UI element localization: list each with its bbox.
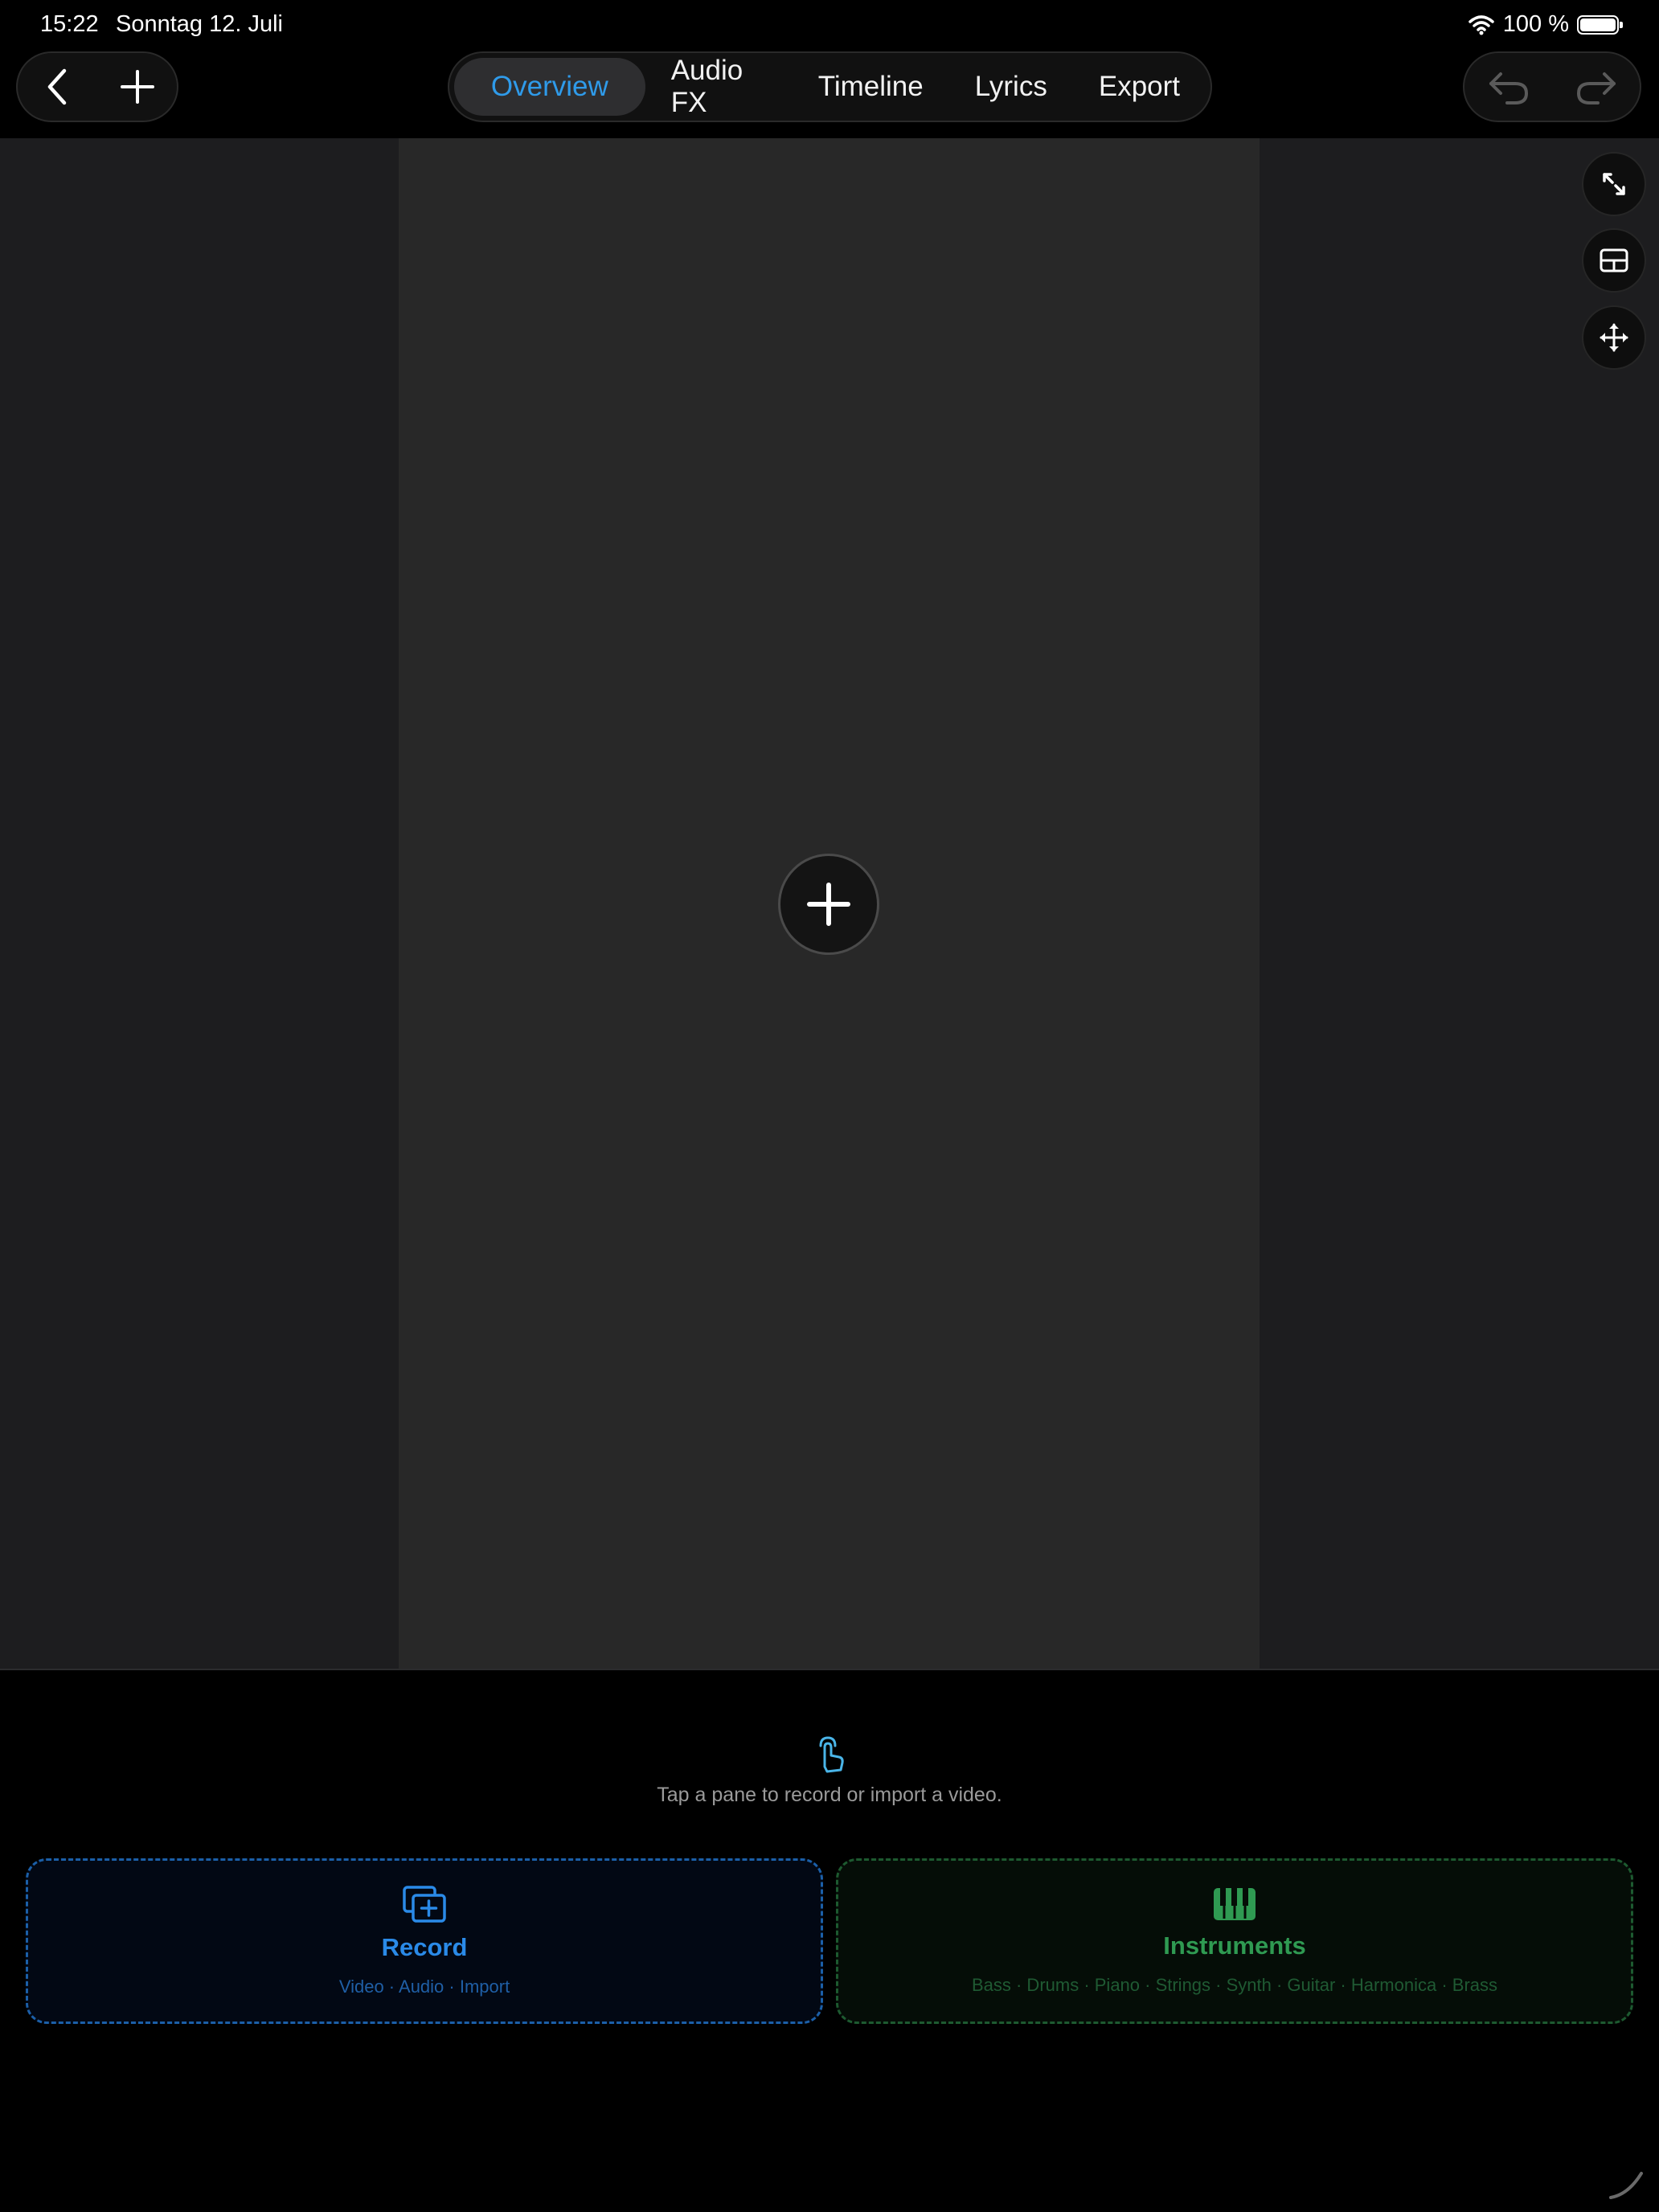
undo-icon bbox=[1489, 72, 1528, 104]
canvas-divider bbox=[0, 1669, 1659, 1670]
tab-audio-fx[interactable]: Audio FX bbox=[645, 55, 793, 118]
battery-icon bbox=[1577, 14, 1623, 35]
tab-timeline[interactable]: Timeline bbox=[793, 58, 949, 116]
record-card[interactable]: Record Video · Audio · Import bbox=[26, 1858, 823, 2024]
instruments-title: Instruments bbox=[1163, 1931, 1306, 1960]
redo-icon bbox=[1576, 72, 1616, 104]
move-icon bbox=[1600, 323, 1628, 352]
undo-button[interactable] bbox=[1477, 55, 1541, 119]
tap-hand-icon bbox=[819, 1736, 844, 1773]
status-date: Sonntag 12. Juli bbox=[116, 11, 283, 37]
hint-text: Tap a pane to record or import a video. bbox=[657, 1784, 1002, 1806]
tab-lyrics[interactable]: Lyrics bbox=[949, 58, 1073, 116]
tab-bar: Overview Audio FX Timeline Lyrics Export bbox=[448, 51, 1212, 122]
layout-button[interactable] bbox=[1582, 228, 1646, 293]
chevron-left-icon bbox=[47, 68, 66, 105]
piano-keys-icon bbox=[1214, 1888, 1256, 1920]
plus-icon bbox=[120, 70, 154, 104]
move-button[interactable] bbox=[1582, 305, 1646, 370]
grid-layout-icon bbox=[1600, 248, 1628, 272]
battery-percentage: 100 % bbox=[1502, 11, 1569, 37]
plus-icon bbox=[807, 883, 850, 926]
record-title: Record bbox=[381, 1933, 468, 1961]
wifi-icon bbox=[1469, 14, 1494, 35]
corner-handle-icon bbox=[1609, 2172, 1643, 2199]
status-indicators: 100 % bbox=[1468, 11, 1623, 38]
add-button[interactable] bbox=[105, 55, 170, 119]
expand-icon bbox=[1603, 173, 1625, 195]
tab-export[interactable]: Export bbox=[1073, 58, 1206, 116]
back-button[interactable] bbox=[26, 55, 90, 119]
redo-button[interactable] bbox=[1564, 55, 1628, 119]
instruments-card[interactable]: Instruments Bass · Drums · Piano · Strin… bbox=[836, 1858, 1633, 2024]
history-pill bbox=[1463, 51, 1641, 122]
status-time: 15:22 bbox=[40, 11, 99, 37]
record-subtitle: Video · Audio · Import bbox=[338, 1976, 510, 1997]
instruments-subtitle: Bass · Drums · Piano · Strings · Synth ·… bbox=[971, 1975, 1498, 1995]
add-media-icon bbox=[403, 1886, 446, 1923]
navigation-pill bbox=[16, 51, 178, 122]
tab-overview[interactable]: Overview bbox=[454, 58, 645, 116]
add-to-pane-button[interactable] bbox=[778, 854, 879, 955]
expand-button[interactable] bbox=[1582, 152, 1646, 216]
